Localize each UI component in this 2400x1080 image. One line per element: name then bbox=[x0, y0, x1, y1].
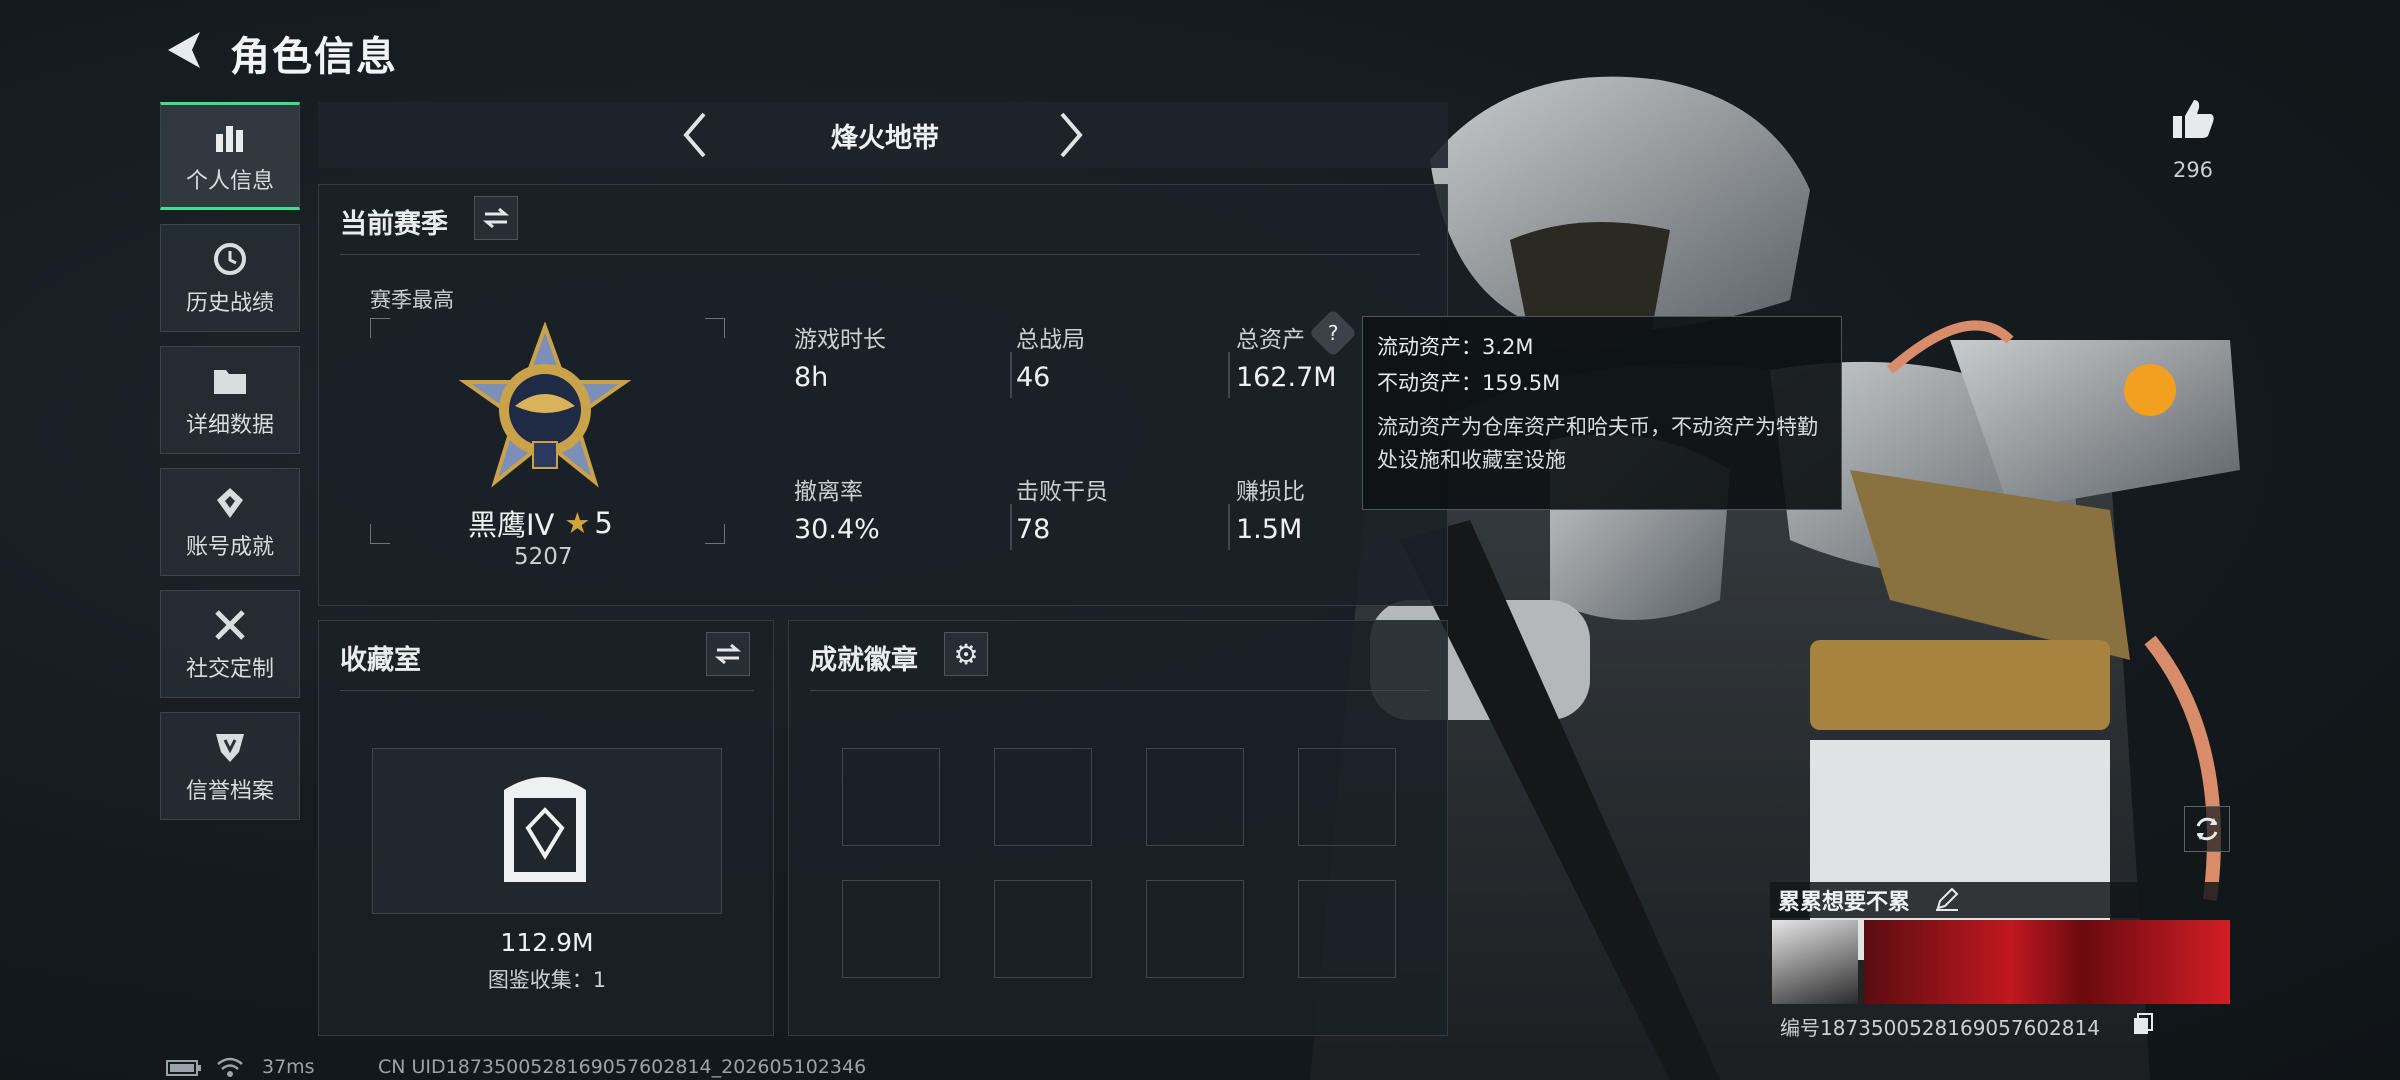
refresh-icon bbox=[2196, 817, 2218, 841]
sidebar-item-reputation[interactable]: 信誉档案 bbox=[160, 712, 300, 820]
badge-slot[interactable] bbox=[1298, 880, 1396, 978]
divider bbox=[1228, 352, 1230, 398]
folder-icon bbox=[210, 361, 250, 401]
badge-slot[interactable] bbox=[842, 880, 940, 978]
achievements-title: 成就徽章 bbox=[810, 645, 918, 676]
swap-icon bbox=[483, 207, 509, 229]
stat-label-kills: 击败干员 bbox=[1016, 479, 1108, 505]
divider bbox=[1010, 504, 1012, 550]
stat-value-matches: 46 bbox=[1016, 362, 1051, 393]
uid-label: CN UID1873500528169057602814_20260510234… bbox=[378, 1056, 867, 1078]
swap-icon bbox=[715, 643, 741, 665]
stat-value-extract-rate: 30.4% bbox=[794, 514, 880, 545]
stat-label-playtime: 游戏时长 bbox=[794, 327, 886, 353]
sidebar-item-achievements[interactable]: 账号成就 bbox=[160, 468, 300, 576]
stat-label-extract-rate: 撤离率 bbox=[794, 479, 863, 505]
back-icon[interactable] bbox=[160, 26, 208, 74]
shield-icon bbox=[210, 727, 250, 767]
prev-mode-arrow-icon[interactable] bbox=[680, 110, 710, 160]
rank-stars: 5 bbox=[594, 506, 613, 540]
collection-switch-button[interactable] bbox=[706, 632, 750, 676]
divider bbox=[340, 254, 1420, 255]
stat-value-playtime: 8h bbox=[794, 362, 829, 393]
sidebar-item-label: 账号成就 bbox=[185, 535, 274, 560]
sidebar-item-detail-data[interactable]: 详细数据 bbox=[160, 346, 300, 454]
profile-id: 编号1873500528169057602814 bbox=[1780, 1016, 2100, 1040]
badge-slot[interactable] bbox=[1146, 748, 1244, 846]
rank-name-row: 黑鹰IV ★ 5 bbox=[468, 502, 613, 544]
bar-chart-icon bbox=[210, 117, 250, 157]
profile-banner[interactable] bbox=[1864, 920, 2230, 1004]
divider bbox=[1010, 352, 1012, 398]
like-count: 296 bbox=[2172, 158, 2214, 182]
badge-slot[interactable] bbox=[842, 748, 940, 846]
ping-value: 37ms bbox=[262, 1056, 315, 1078]
edit-icon[interactable] bbox=[1934, 886, 1960, 912]
avatar[interactable] bbox=[1772, 920, 1858, 1004]
rank-name: 黑鹰IV bbox=[468, 508, 555, 542]
vault-icon bbox=[504, 777, 586, 882]
achievement-icon bbox=[210, 483, 250, 523]
rank-score: 5207 bbox=[514, 544, 573, 570]
rank-emblem-icon bbox=[458, 322, 632, 488]
page-title: 角色信息 bbox=[230, 34, 398, 80]
sidebar-item-personal-info[interactable]: 个人信息 bbox=[160, 102, 300, 210]
collection-title: 收藏室 bbox=[340, 645, 421, 676]
stat-label-matches: 总战局 bbox=[1016, 327, 1085, 353]
tools-icon bbox=[210, 605, 250, 645]
tooltip-liquid-assets: 流动资产：3.2M bbox=[1377, 335, 1534, 359]
thumbs-up-icon[interactable] bbox=[2170, 96, 2216, 142]
sidebar-item-label: 个人信息 bbox=[185, 169, 274, 194]
sidebar-item-label: 社交定制 bbox=[185, 657, 274, 682]
battery-icon bbox=[166, 1060, 201, 1076]
divider bbox=[810, 690, 1430, 691]
tooltip-fixed-assets: 不动资产：159.5M bbox=[1377, 371, 1561, 395]
assets-tooltip: 流动资产：3.2M 不动资产：159.5M 流动资产为仓库资产和哈夫币，不动资产… bbox=[1362, 316, 1842, 510]
star-icon: ★ bbox=[564, 506, 591, 540]
collection-value: 112.9M bbox=[500, 928, 594, 957]
divider bbox=[340, 690, 754, 691]
sidebar-item-label: 历史战绩 bbox=[185, 291, 274, 316]
badge-slot[interactable] bbox=[1298, 748, 1396, 846]
divider bbox=[1228, 504, 1230, 550]
tooltip-description: 流动资产为仓库资产和哈夫币，不动资产为特勤处设施和收藏室设施 bbox=[1377, 415, 1818, 472]
clock-icon bbox=[210, 239, 250, 279]
stat-label-assets: 总资产 bbox=[1236, 327, 1305, 353]
gear-icon: ⚙ bbox=[953, 637, 979, 671]
mode-title: 烽火地带 bbox=[831, 123, 939, 154]
season-highest-label: 赛季最高 bbox=[370, 288, 454, 312]
achievements-settings-button[interactable]: ⚙ bbox=[944, 632, 988, 676]
season-title: 当前赛季 bbox=[340, 209, 448, 240]
badge-slot[interactable] bbox=[994, 880, 1092, 978]
badge-slot[interactable] bbox=[994, 748, 1092, 846]
wifi-icon bbox=[217, 1057, 243, 1077]
copy-icon[interactable] bbox=[2132, 1012, 2154, 1036]
stat-label-profit-ratio: 赚损比 bbox=[1236, 479, 1305, 505]
sidebar-item-label: 详细数据 bbox=[185, 413, 274, 438]
stat-value-profit-ratio: 1.5M bbox=[1236, 514, 1303, 545]
sidebar-item-social[interactable]: 社交定制 bbox=[160, 590, 300, 698]
stat-value-kills: 78 bbox=[1016, 514, 1051, 545]
next-mode-arrow-icon[interactable] bbox=[1056, 110, 1086, 160]
season-switch-button[interactable] bbox=[474, 196, 518, 240]
profile-name: 累累想要不累 bbox=[1778, 890, 1911, 915]
rotate-button[interactable] bbox=[2184, 806, 2230, 852]
sidebar-item-history[interactable]: 历史战绩 bbox=[160, 224, 300, 332]
badge-slot[interactable] bbox=[1146, 880, 1244, 978]
stat-value-assets: 162.7M bbox=[1236, 362, 1337, 393]
collection-count: 图鉴收集：1 bbox=[487, 968, 607, 992]
sidebar-item-label: 信誉档案 bbox=[185, 779, 274, 804]
